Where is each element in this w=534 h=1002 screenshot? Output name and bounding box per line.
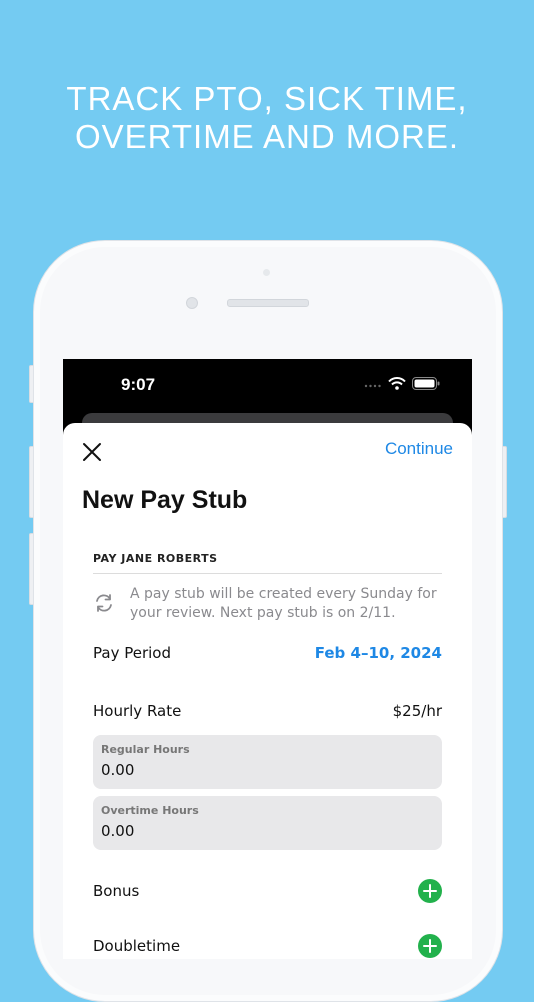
headline-line-2: OVERTIME AND MORE. <box>74 118 460 155</box>
bonus-label: Bonus <box>93 882 140 900</box>
divider <box>93 573 442 574</box>
overtime-hours-label: Overtime Hours <box>101 804 199 817</box>
phone-screen: 9:07 Continue New Pay Stub PAY JANE ROBE… <box>63 359 472 959</box>
close-icon[interactable] <box>81 441 103 463</box>
status-icons <box>364 377 440 390</box>
status-time: 9:07 <box>121 375 156 394</box>
hourly-rate-value[interactable]: $25/hr <box>393 702 442 720</box>
overtime-hours-field[interactable]: Overtime Hours 0.00 <box>93 796 442 850</box>
phone-speaker <box>227 299 309 307</box>
doubletime-label: Doubletime <box>93 937 181 955</box>
pay-period-label: Pay Period <box>93 644 171 662</box>
wifi-icon <box>388 377 406 390</box>
regular-hours-input[interactable]: 0.00 <box>101 761 134 779</box>
add-bonus-button[interactable] <box>418 879 442 903</box>
regular-hours-field[interactable]: Regular Hours 0.00 <box>93 735 442 789</box>
phone-camera <box>186 297 198 309</box>
schedule-info-text: A pay stub will be created every Sunday … <box>130 586 437 621</box>
regular-hours-label: Regular Hours <box>101 743 190 756</box>
new-pay-stub-sheet: Continue New Pay Stub PAY JANE ROBERTS A… <box>63 423 472 959</box>
signal-icon <box>364 384 381 388</box>
battery-icon <box>412 377 440 390</box>
continue-button[interactable]: Continue <box>385 439 453 459</box>
overtime-hours-input[interactable]: 0.00 <box>101 822 134 840</box>
headline: TRACK PTO, SICK TIME, OVERTIME AND MORE. <box>0 80 534 156</box>
repeat-icon <box>96 594 112 612</box>
phone-sensor <box>263 269 270 276</box>
section-header: PAY JANE ROBERTS <box>93 552 218 565</box>
hourly-rate-label: Hourly Rate <box>93 702 182 720</box>
pay-period-value[interactable]: Feb 4–10, 2024 <box>315 644 442 662</box>
page-title: New Pay Stub <box>82 486 248 514</box>
headline-line-1: TRACK PTO, SICK TIME, <box>66 80 468 117</box>
add-doubletime-button[interactable] <box>418 934 442 958</box>
